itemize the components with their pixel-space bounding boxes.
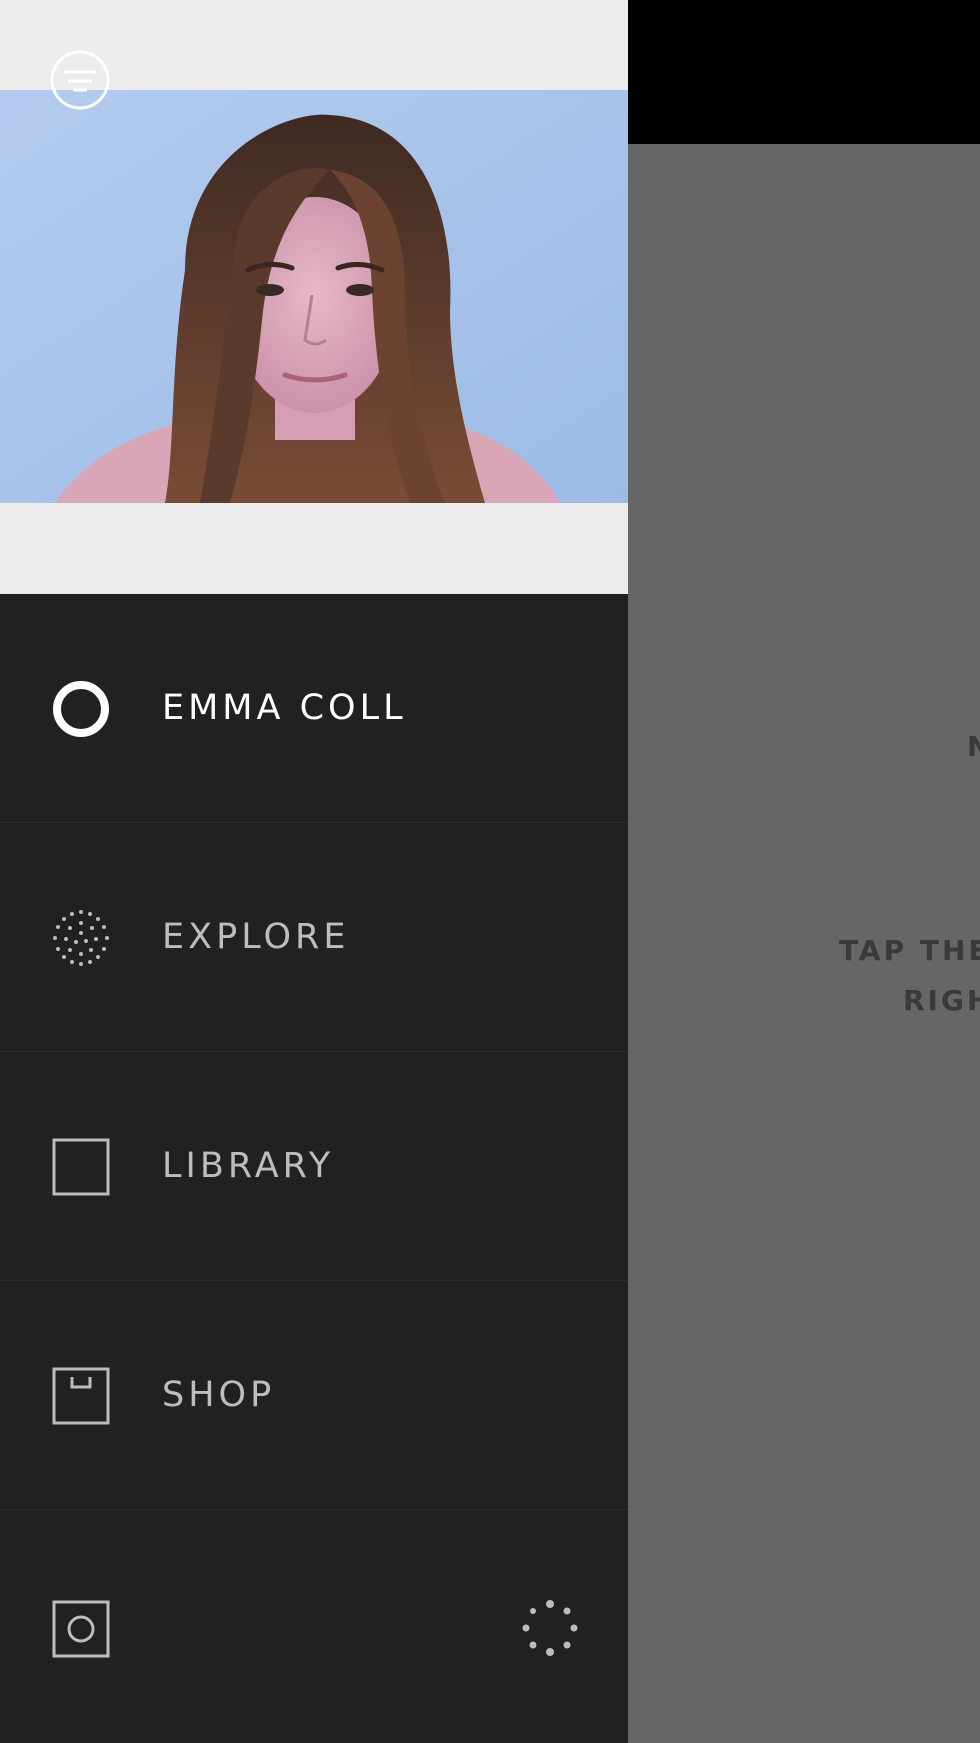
app-screen: N TAP THE RIGH (0, 0, 980, 1743)
square-outline-icon (52, 1138, 110, 1196)
camera-icon (52, 1600, 110, 1658)
profile-header (0, 0, 628, 594)
nav-item-profile[interactable]: EMMA COLL (0, 594, 628, 823)
loading-dots-icon (522, 1600, 578, 1656)
content-top-bar (628, 0, 980, 144)
nav-item-label: SHOP (162, 1375, 276, 1415)
menu-filter-button[interactable] (50, 50, 110, 110)
camera-button[interactable] (52, 1600, 110, 1658)
nav-item-explore[interactable]: EXPLORE (0, 823, 628, 1052)
navigation-drawer: EMMA COLL EXPLORE LIBRARY SHOP (0, 0, 628, 1743)
content-message-fragment: N (967, 730, 980, 763)
drawer-nav: EMMA COLL EXPLORE LIBRARY SHOP (0, 594, 628, 1510)
content-hint-line-2: RIGH (903, 984, 980, 1017)
profile-ring-icon (53, 681, 109, 737)
content-hint-line-1: TAP THE (839, 934, 980, 967)
nav-item-label: EMMA COLL (162, 688, 407, 728)
shop-box-icon (52, 1367, 110, 1425)
nav-item-label: EXPLORE (162, 917, 350, 957)
sync-indicator (522, 1600, 578, 1656)
portrait-image (0, 90, 628, 503)
profile-photo[interactable] (0, 90, 628, 503)
dotted-sphere-icon (53, 910, 109, 966)
drawer-footer (0, 1512, 628, 1743)
nav-item-label: LIBRARY (162, 1146, 335, 1186)
menu-filter-icon (50, 50, 110, 110)
nav-item-library[interactable]: LIBRARY (0, 1052, 628, 1281)
nav-item-shop[interactable]: SHOP (0, 1281, 628, 1510)
